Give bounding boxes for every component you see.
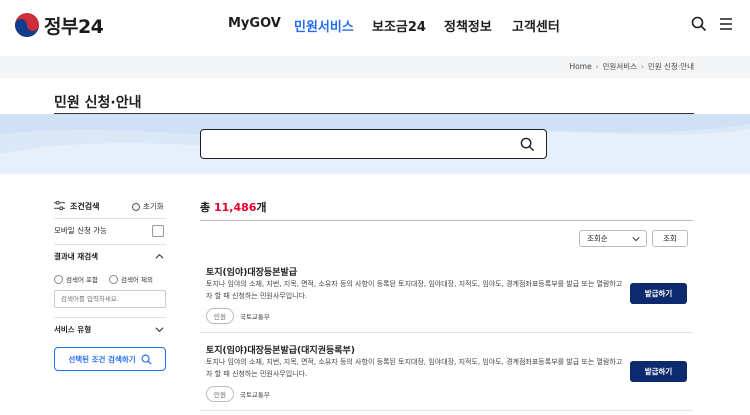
reset-button[interactable]: 초기화 [132,201,164,212]
menu-icon[interactable] [718,16,734,32]
total-count: 11,486 [213,201,257,214]
title-divider [54,113,694,114]
result-item-title[interactable]: 토지(임야)대장등본발급 [206,265,297,278]
divider [54,244,166,245]
logo[interactable]: 정부24 [14,11,104,39]
issue-button[interactable]: 발급하기 [630,361,687,382]
divider [54,218,166,219]
sort-value: 조회순 [587,234,608,243]
include-radio[interactable] [54,274,63,284]
mobile-filter-checkbox[interactable] [152,225,164,237]
taeguk-logo-icon [15,13,39,37]
nav-civil-service[interactable]: 민원서비스 [294,16,354,35]
sort-select[interactable]: 조회순 [579,230,647,247]
chevron-down-icon [632,237,640,242]
exclude-radio[interactable] [108,274,118,284]
result-item-meta: 민원 국토교통부 [206,386,270,402]
total-prefix: 총 [200,201,214,214]
filter-title: 조건검색 [70,202,100,211]
search-icon[interactable] [520,137,535,152]
breadcrumb-current: 민원 신청·안내 [647,62,694,71]
department-label: 국토교통부 [239,313,270,321]
category-tag: 민원 [206,308,234,324]
include-label: 검색어 포함 [66,276,98,284]
nav-subsidy24[interactable]: 보조금24 [372,16,426,35]
result-item: 토지(임야)대장등본발급(대지권등록부) 토지나 임야의 소재, 지번, 지목,… [200,333,693,411]
search-icon [141,354,152,365]
filter-sliders-icon [54,200,65,211]
breadcrumb-bar: Home › 민원서비스 › 민원 신청·안내 [0,56,750,78]
issue-button[interactable]: 발급하기 [630,283,687,304]
service-type-toggle[interactable]: 서비스 유형 [54,324,166,338]
total-suffix: 개 [256,201,267,214]
mobile-filter-row: 모바일 신청 가능 [54,225,166,239]
result-item-meta: 민원 국토교통부 [206,308,270,324]
chevron-right-icon: › [595,62,599,71]
chevron-right-icon: › [641,62,644,71]
search-input[interactable] [211,131,511,157]
research-input[interactable] [54,290,166,308]
breadcrumb: Home › 민원서비스 › 민원 신청·안내 [570,61,694,72]
service-type-label: 서비스 유형 [54,325,92,334]
result-total: 총 11,486개 [200,199,267,215]
breadcrumb-civil-service[interactable]: 민원서비스 [603,61,638,72]
item-divider [200,410,693,411]
query-button[interactable]: 조회 [652,230,688,247]
category-tag: 민원 [206,386,234,402]
page-title: 민원 신청·안내 [54,95,142,111]
result-research-label: 결과내 재검색 [54,252,99,261]
breadcrumb-home[interactable]: Home [570,62,592,71]
logo-text: 정부24 [44,15,104,38]
reset-label: 초기화 [143,202,164,211]
site-header: 정부24 MyGOV 민원서비스 보조금24 정책정보 고객센터 [0,0,750,56]
nav-mygov[interactable]: MyGOV [228,16,281,31]
result-item-desc: 토지나 임야의 소재, 지번, 지목, 면적, 소유자 등의 사항이 등록된 토… [206,280,623,300]
exclude-label: 검색어 제외 [120,276,153,284]
research-options: 검색어 포함 검색어 제외 [54,273,166,285]
chevron-up-icon [155,253,164,259]
search-box [200,129,547,159]
reset-icon [132,202,140,211]
result-research-toggle[interactable]: 결과내 재검색 [54,251,166,265]
filter-header: 조건검색 초기화 [54,196,166,216]
result-item-desc: 토지나 임야의 소재, 지번, 지목, 면적, 소유자 등의 사항이 등록된 토… [206,358,623,378]
apply-filter-button[interactable]: 선택된 조건 검색하기 [54,347,166,371]
divider [54,317,166,318]
nav-policy-info[interactable]: 정책정보 [444,16,492,35]
result-divider [200,220,693,221]
result-item-title[interactable]: 토지(임야)대장등본발급(대지권등록부) [206,343,355,356]
search-icon[interactable] [691,16,707,32]
chevron-down-icon [155,327,164,333]
mobile-filter-label: 모바일 신청 가능 [54,226,108,235]
department-label: 국토교통부 [239,391,270,399]
result-item: 토지(임야)대장등본발급 토지나 임야의 소재, 지번, 지목, 면적, 소유자… [200,255,693,333]
nav-customer-center[interactable]: 고객센터 [512,16,560,35]
apply-filter-label: 선택된 조건 검색하기 [68,354,136,364]
